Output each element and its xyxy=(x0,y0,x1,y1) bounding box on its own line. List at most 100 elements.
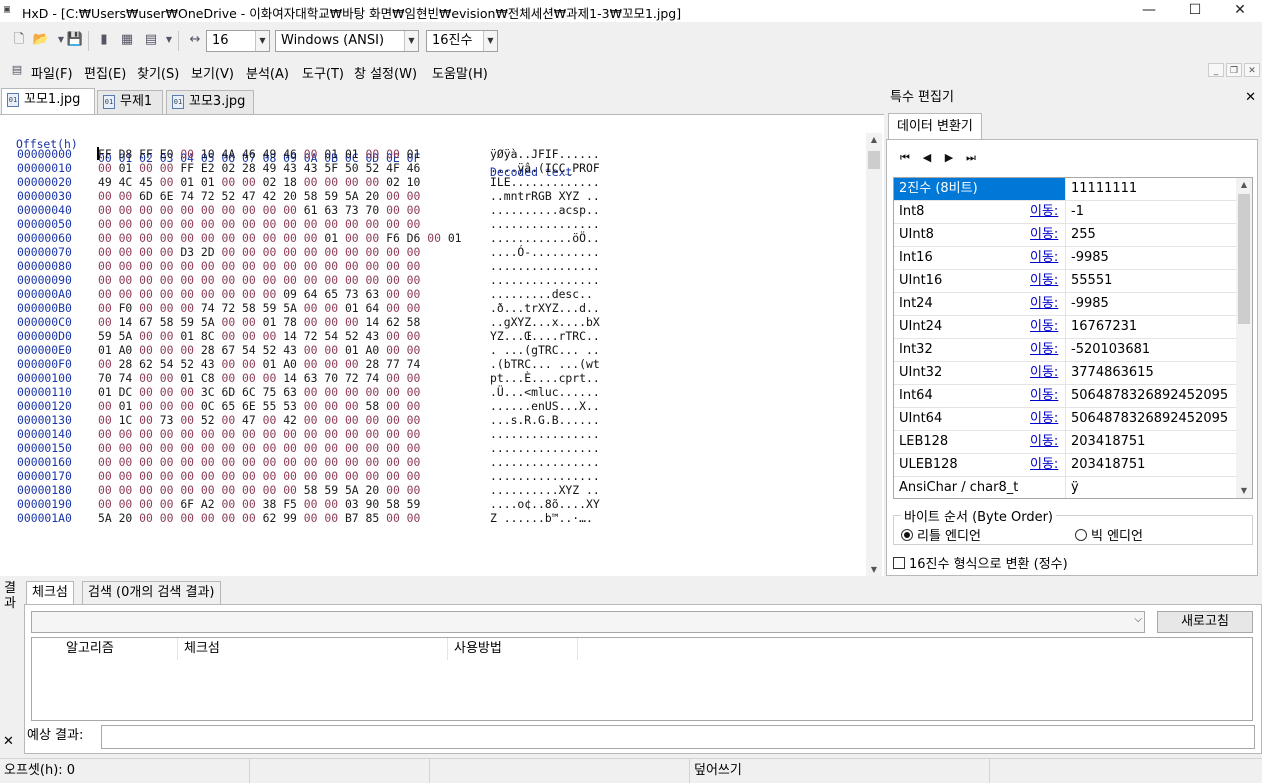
menu-view[interactable]: 보기(V) xyxy=(191,63,234,82)
row-decoded[interactable]: ................ xyxy=(490,469,600,483)
new-file-icon[interactable]: 🗋 xyxy=(10,31,28,49)
type-value[interactable]: 255 xyxy=(1065,224,1237,246)
algorithm-combo[interactable]: ⌵ xyxy=(31,611,1145,633)
row-bytes[interactable]: 00 00 00 00 00 00 00 00 00 09 64 65 73 6… xyxy=(98,287,420,301)
column-algorithm[interactable]: 알고리즘 xyxy=(60,638,178,660)
row-decoded[interactable]: ................ xyxy=(490,273,600,287)
go-link[interactable]: 이동: xyxy=(1030,224,1058,246)
row-decoded[interactable]: ................ xyxy=(490,217,600,231)
inspector-row[interactable]: UInt32 이동: 3774863615 xyxy=(894,362,1237,385)
window-icon[interactable]: ▤ xyxy=(142,31,160,49)
close-icon[interactable]: ✕ xyxy=(1245,88,1256,108)
go-link[interactable]: 이동: xyxy=(1030,454,1058,476)
row-bytes[interactable]: 00 00 00 00 00 00 00 00 00 00 00 00 00 0… xyxy=(98,455,420,469)
row-bytes[interactable]: 49 4C 45 00 01 01 00 00 02 18 00 00 00 0… xyxy=(98,175,420,189)
row-decoded[interactable]: YZ...Œ....rTRC.. xyxy=(490,329,600,343)
go-link[interactable]: 이동: xyxy=(1030,385,1058,407)
scroll-up-icon[interactable]: ▲ xyxy=(866,133,882,147)
scroll-thumb[interactable] xyxy=(1238,194,1250,324)
type-value[interactable]: ÿ xyxy=(1065,477,1237,498)
type-value[interactable]: 16767231 xyxy=(1065,316,1237,338)
open-disk-icon[interactable]: ▮ xyxy=(95,31,113,49)
menu-help[interactable]: 도움말(H) xyxy=(432,63,488,82)
go-link[interactable]: 이동: xyxy=(1030,339,1058,361)
row-bytes[interactable]: 01 A0 00 00 00 28 67 54 52 43 00 00 01 A… xyxy=(98,343,420,357)
inspector-row[interactable]: Int24 이동: -9985 xyxy=(894,293,1237,316)
scroll-thumb[interactable] xyxy=(868,151,880,169)
type-value[interactable]: 55551 xyxy=(1065,270,1237,292)
inspector-row[interactable]: UInt16 이동: 55551 xyxy=(894,270,1237,293)
little-endian-radio[interactable]: 리틀 엔디언 xyxy=(901,525,981,544)
inspector-row[interactable]: UInt64 이동: 5064878326892452095 xyxy=(894,408,1237,431)
menu-tools[interactable]: 도구(T) xyxy=(302,63,344,82)
row-bytes[interactable]: 00 14 67 58 59 5A 00 00 01 78 00 00 00 1… xyxy=(98,315,420,329)
row-bytes[interactable]: 00 00 00 00 00 00 00 00 00 00 00 01 00 0… xyxy=(98,231,462,245)
mdi-restore-icon[interactable]: ❐ xyxy=(1226,63,1242,77)
row-decoded[interactable]: . ...(gTRC... .. xyxy=(490,343,600,357)
display-mode-combo[interactable]: 16진수 ▼ xyxy=(426,30,498,52)
type-value[interactable]: 11111111 xyxy=(1065,178,1237,200)
save-icon[interactable]: 💾 xyxy=(66,31,84,49)
menu-window[interactable]: 창 설정(W) xyxy=(354,63,417,82)
tab-search-results[interactable]: 검색 (0개의 검색 결과) xyxy=(82,581,221,604)
hex-scrollbar[interactable]: ▲ ▼ xyxy=(866,133,882,577)
row-bytes[interactable]: 01 DC 00 00 00 3C 6D 6C 75 63 00 00 00 0… xyxy=(98,385,420,399)
scroll-down-icon[interactable]: ▼ xyxy=(866,563,882,577)
go-link[interactable]: 이동: xyxy=(1030,316,1058,338)
type-value[interactable]: 3774863615 xyxy=(1065,362,1237,384)
hex-format-checkbox[interactable]: 16진수 형식으로 변환 (정수) xyxy=(893,553,1068,572)
type-value[interactable]: 5064878326892452095 xyxy=(1065,408,1237,430)
row-decoded[interactable]: ..mntrRGB XYZ .. xyxy=(490,189,600,203)
row-bytes[interactable]: 00 00 00 00 00 00 00 00 00 00 00 00 00 0… xyxy=(98,427,420,441)
row-bytes[interactable]: FF D8 FF E0 00 10 4A 46 49 46 00 01 01 0… xyxy=(98,147,420,161)
inspector-row[interactable]: ULEB128 이동: 203418751 xyxy=(894,454,1237,477)
type-value[interactable]: -9985 xyxy=(1065,293,1237,315)
menu-file[interactable]: 파일(F) xyxy=(31,63,73,82)
row-bytes[interactable]: 00 00 6D 6E 74 72 52 47 42 20 58 59 5A 2… xyxy=(98,189,420,203)
type-value[interactable]: -9985 xyxy=(1065,247,1237,269)
charset-combo[interactable]: Windows (ANSI) ▼ xyxy=(275,30,419,52)
type-value[interactable]: -520103681 xyxy=(1065,339,1237,361)
row-bytes[interactable]: 00 01 00 00 00 0C 65 6E 55 53 00 00 00 5… xyxy=(98,399,420,413)
tab-file-3[interactable]: 01 꼬모3.jpg xyxy=(166,90,254,114)
minimize-button[interactable]: — xyxy=(1126,0,1172,22)
inspector-row[interactable]: UInt24 이동: 16767231 xyxy=(894,316,1237,339)
inspector-row[interactable]: UInt8 이동: 255 xyxy=(894,224,1237,247)
tab-checksum[interactable]: 체크섬 xyxy=(26,581,74,604)
next-icon[interactable]: ▶ xyxy=(941,150,957,166)
tab-data-inspector[interactable]: 데이터 변환기 xyxy=(888,113,982,140)
row-bytes[interactable]: 00 01 00 00 FF E2 02 28 49 43 43 5F 50 5… xyxy=(98,161,420,175)
type-value[interactable]: 203418751 xyxy=(1065,454,1237,476)
inspector-row[interactable]: Int8 이동: -1 xyxy=(894,201,1237,224)
row-bytes[interactable]: 00 00 00 00 00 00 00 00 00 00 00 00 00 0… xyxy=(98,469,420,483)
row-decoded[interactable]: .Ü...<mluc...... xyxy=(490,385,600,399)
window-dropdown-icon[interactable]: ▼ xyxy=(160,31,178,49)
row-decoded[interactable]: ..........acsp.. xyxy=(490,203,600,217)
row-bytes[interactable]: 00 00 00 00 00 00 00 00 00 00 00 00 00 0… xyxy=(98,259,420,273)
go-link[interactable]: 이동: xyxy=(1030,431,1058,453)
go-link[interactable]: 이동: xyxy=(1030,362,1058,384)
row-decoded[interactable]: ...s.R.G.B...... xyxy=(490,413,600,427)
column-usage[interactable]: 사용방법 xyxy=(448,638,578,660)
inspector-row[interactable]: LEB128 이동: 203418751 xyxy=(894,431,1237,454)
row-bytes[interactable]: 00 00 00 00 00 00 00 00 00 00 00 00 00 0… xyxy=(98,273,420,287)
row-decoded[interactable]: ......enUS...X.. xyxy=(490,399,600,413)
close-icon[interactable]: ✕ xyxy=(3,734,14,749)
row-decoded[interactable]: ....Ó-.......... xyxy=(490,245,600,259)
row-bytes[interactable]: 00 00 00 00 6F A2 00 00 38 F5 00 00 03 9… xyxy=(98,497,420,511)
row-decoded[interactable]: pt...È....cprt.. xyxy=(490,371,600,385)
row-bytes[interactable]: 00 00 00 00 00 00 00 00 00 00 61 63 73 7… xyxy=(98,203,420,217)
row-bytes[interactable]: 00 28 62 54 52 43 00 00 01 A0 00 00 00 2… xyxy=(98,357,420,371)
hex-editor-pane[interactable]: Offset(h) 00 01 02 03 04 05 06 07 08 09 … xyxy=(0,114,884,577)
inspector-row[interactable]: Int16 이동: -9985 xyxy=(894,247,1237,270)
inspector-row[interactable]: Int32 이동: -520103681 xyxy=(894,339,1237,362)
previous-icon[interactable]: ◀ xyxy=(919,150,935,166)
inspector-row[interactable]: AnsiChar / char8_t ÿ xyxy=(894,477,1237,498)
refresh-button[interactable]: 새로고침 xyxy=(1157,611,1253,633)
row-decoded[interactable]: .(bTRC... ...(wt xyxy=(490,357,600,371)
row-decoded[interactable]: ....o¢..8õ....XY xyxy=(490,497,600,511)
row-decoded[interactable]: ............öÖ.. xyxy=(490,231,600,245)
row-decoded[interactable]: ................ xyxy=(490,427,600,441)
open-ram-icon[interactable]: ▦ xyxy=(118,31,136,49)
row-bytes[interactable]: 00 F0 00 00 00 74 72 58 59 5A 00 00 01 6… xyxy=(98,301,420,315)
